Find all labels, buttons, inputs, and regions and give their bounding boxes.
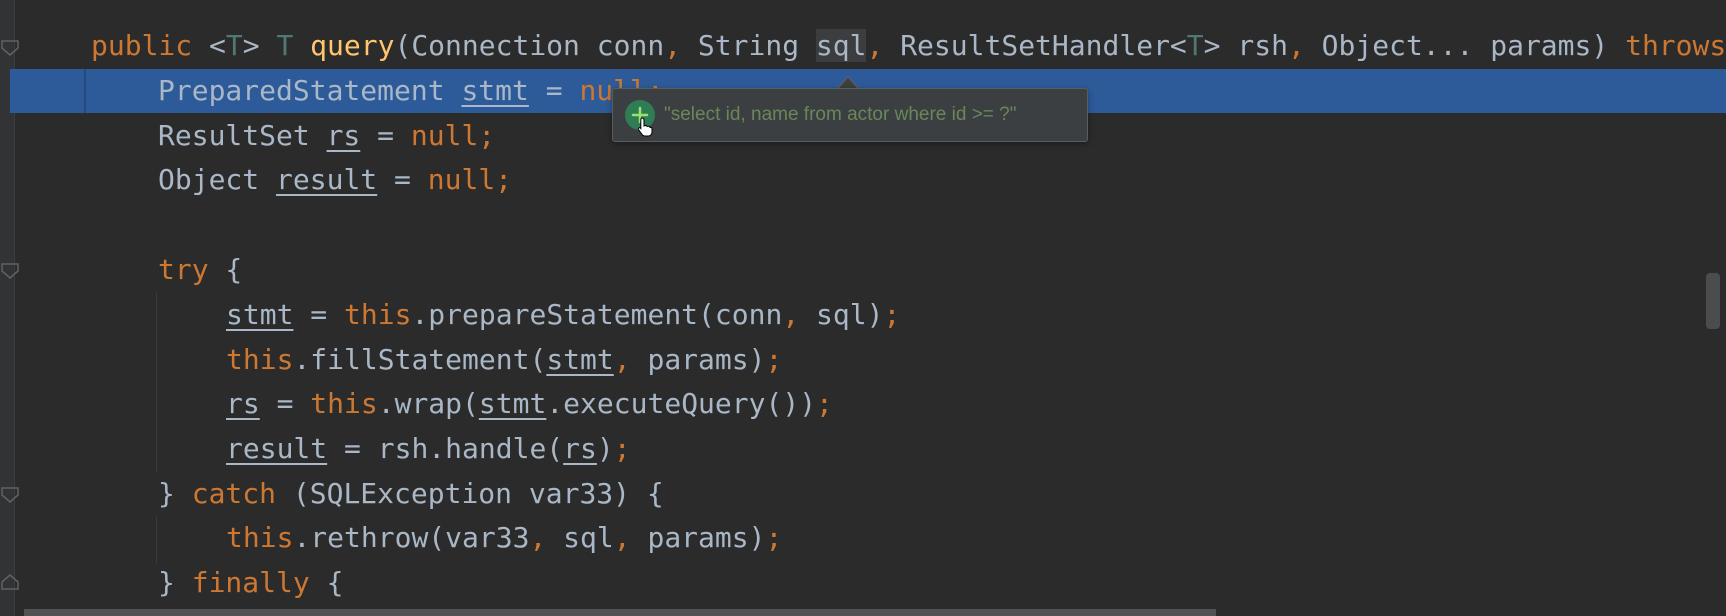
horizontal-scrollbar-thumb[interactable] — [24, 609, 1216, 616]
code-text: < — [192, 29, 226, 62]
keyword: this — [226, 521, 294, 554]
punctuation: ; — [816, 387, 833, 420]
punctuation: , — [1287, 29, 1305, 62]
code-text: Object... params) — [1304, 29, 1626, 62]
code-text: = — [528, 74, 580, 107]
code-text: sql) — [799, 298, 884, 331]
code-text: params) — [630, 521, 766, 554]
indent-guide — [156, 292, 157, 472]
code-line-4[interactable]: Object result = null; — [158, 158, 512, 202]
variable-rs: rs — [226, 387, 260, 420]
punctuation: , — [782, 298, 800, 331]
selected-identifier-sql[interactable]: sql — [815, 29, 867, 62]
keyword: null; — [427, 163, 513, 196]
code-line-1[interactable]: public <T> T query(Connection conn, Stri… — [91, 24, 1726, 68]
code-text: Object — [158, 163, 277, 196]
fold-marker-icon[interactable] — [0, 262, 20, 280]
type-parameter: T — [225, 29, 243, 62]
punctuation: , — [613, 343, 631, 376]
keyword: public — [91, 29, 193, 62]
code-text: ResultSetHandler< — [883, 29, 1187, 62]
fold-marker-icon[interactable] — [0, 39, 20, 57]
code-text: (Connection conn — [394, 29, 665, 62]
variable-stmt: stmt — [478, 387, 547, 420]
code-line-9[interactable]: result = rsh.handle(rs); — [226, 427, 631, 471]
code-text: = — [293, 298, 345, 331]
code-text: } — [158, 566, 192, 599]
code-text: .wrap( — [377, 387, 479, 420]
keyword: this — [344, 298, 412, 331]
keyword: try — [158, 253, 209, 286]
keyword: this — [226, 343, 294, 376]
keyword: throws — [1625, 29, 1726, 62]
current-line-marker — [84, 69, 86, 113]
code-text: > — [242, 29, 277, 62]
code-text: (SQLException var33) { — [276, 477, 664, 510]
punctuation: ; — [613, 432, 631, 465]
code-line-8[interactable]: rs = this.wrap(stmt.executeQuery()); — [226, 382, 833, 426]
code-text: sql — [546, 521, 614, 554]
code-text: { — [309, 566, 344, 599]
punctuation: ; — [765, 343, 783, 376]
code-text: = — [360, 119, 411, 152]
type-parameter: T — [1186, 29, 1204, 62]
hand-cursor-icon — [637, 111, 653, 144]
code-text: .rethrow(var33 — [293, 521, 530, 554]
code-editor[interactable]: public <T> T query(Connection conn, Stri… — [0, 0, 1726, 616]
code-text: = rsh.handle( — [327, 432, 564, 465]
code-text: String — [681, 29, 816, 62]
variable-stmt: stmt — [461, 74, 529, 107]
variable-rs: rs — [326, 119, 361, 152]
punctuation: , — [866, 29, 884, 62]
code-text: = — [259, 387, 311, 420]
punctuation: , — [664, 29, 682, 62]
code-line-6[interactable]: stmt = this.prepareStatement(conn, sql); — [226, 293, 900, 337]
variable-result: result — [226, 432, 328, 465]
keyword: null; — [410, 119, 496, 152]
code-text: } — [158, 477, 192, 510]
code-text: .fillStatement( — [293, 343, 547, 376]
fold-marker-icon[interactable] — [0, 573, 20, 591]
variable-rs: rs — [563, 432, 597, 465]
method-name: query — [310, 29, 395, 62]
type-parameter: T — [276, 29, 294, 62]
code-text: .executeQuery()) — [546, 387, 817, 420]
code-line-10[interactable]: } catch (SQLException var33) { — [158, 472, 664, 516]
code-line-12[interactable]: } finally { — [158, 561, 343, 605]
punctuation: ; — [765, 521, 783, 554]
code-line-3[interactable]: ResultSet rs = null; — [158, 114, 495, 158]
code-line-11[interactable]: this.rethrow(var33, sql, params); — [226, 516, 782, 560]
code-text: .prepareStatement(conn — [411, 298, 783, 331]
fold-marker-icon[interactable] — [0, 486, 20, 504]
code-text: { — [208, 253, 243, 286]
code-text: > rsh — [1203, 29, 1288, 62]
code-line-5[interactable]: try { — [158, 248, 242, 292]
keyword: catch — [191, 477, 277, 510]
value-tooltip[interactable]: "select id, name from actor where id >= … — [612, 88, 1088, 142]
vertical-scrollbar-thumb[interactable] — [1706, 273, 1720, 329]
keyword: finally — [191, 566, 310, 599]
punctuation: , — [613, 521, 631, 554]
indent-guide — [156, 516, 157, 564]
code-line-7[interactable]: this.fillStatement(stmt, params); — [226, 338, 782, 382]
punctuation: , — [529, 521, 547, 554]
code-text: ) — [596, 432, 614, 465]
variable-result: result — [276, 163, 378, 196]
code-text: ResultSet — [158, 119, 327, 152]
keyword: this — [310, 387, 378, 420]
variable-stmt: stmt — [226, 298, 294, 331]
tooltip-value: "select id, name from actor where id >= … — [664, 104, 1017, 125]
code-line-2[interactable]: PreparedStatement stmt = null; — [158, 69, 664, 113]
variable-stmt: stmt — [546, 343, 614, 376]
code-text: params) — [630, 343, 766, 376]
punctuation: ; — [883, 298, 901, 331]
code-text: PreparedStatement — [158, 74, 462, 107]
code-text: = — [377, 163, 428, 196]
